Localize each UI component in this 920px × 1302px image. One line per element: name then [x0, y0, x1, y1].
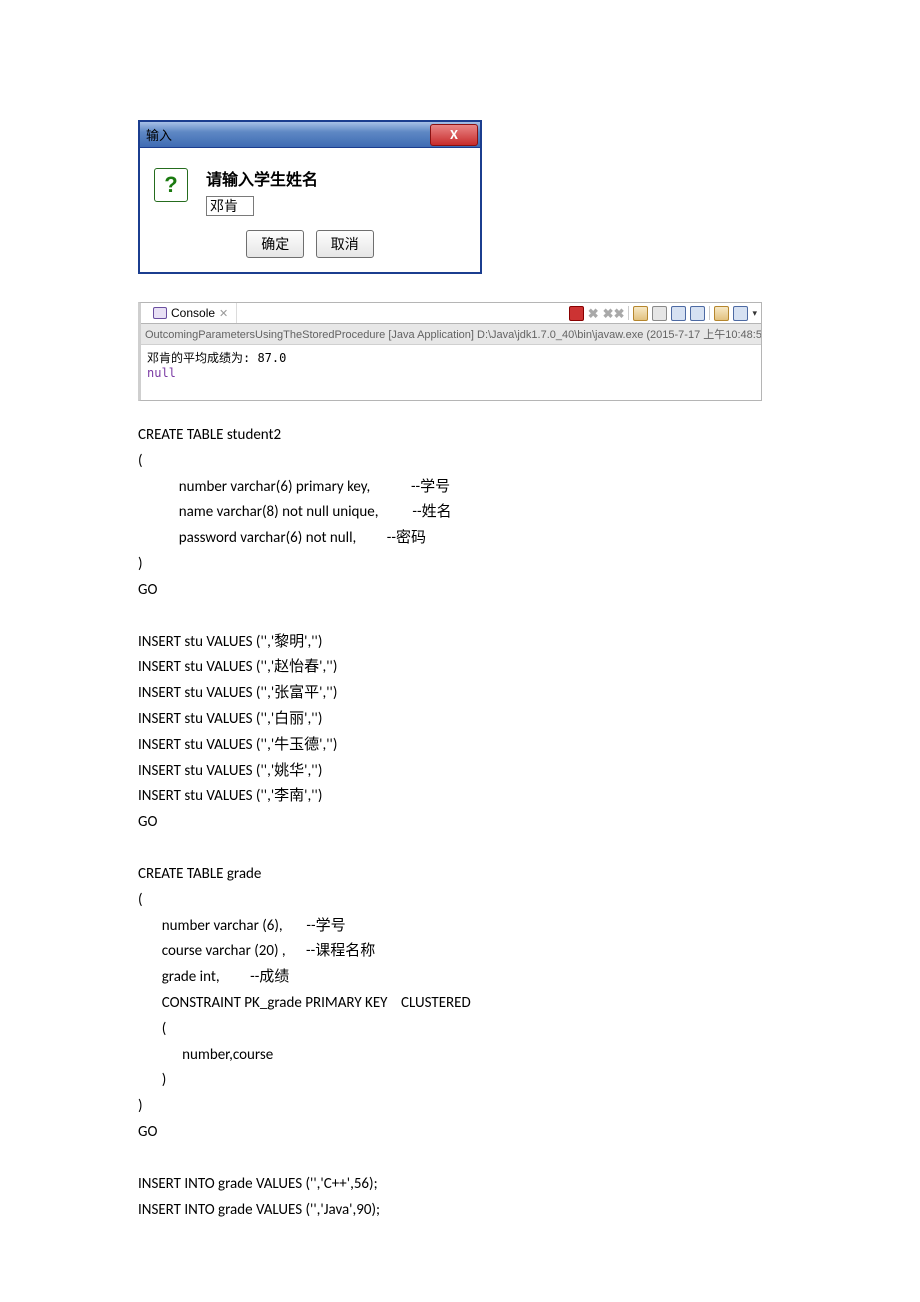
- sql-block-insert-grade: INSERT INTO grade VALUES ('','C++',56); …: [138, 1172, 762, 1224]
- dialog-message: 请输入学生姓名: [206, 166, 466, 190]
- tab-console[interactable]: Console ✕: [145, 303, 237, 323]
- question-icon: ?: [154, 168, 188, 202]
- sql-block-create-student2: CREATE TABLE student2 ( number varchar(6…: [138, 423, 762, 604]
- open-console-icon[interactable]: [714, 306, 729, 321]
- console-toolbar: ✖ ✖✖ ▾: [569, 306, 757, 321]
- console-tab-close-icon[interactable]: ✕: [219, 307, 228, 320]
- dialog-title: 输入: [146, 125, 172, 144]
- console-output-line: 邓肯的平均成绩为: 87.0: [147, 349, 755, 366]
- sql-block-insert-stu: INSERT stu VALUES ('','黎明','') INSERT st…: [138, 630, 762, 836]
- new-console-icon[interactable]: [733, 306, 748, 321]
- terminate-icon[interactable]: [569, 306, 584, 321]
- console-tab-label: Console: [171, 306, 215, 320]
- console-view: Console ✕ ✖ ✖✖ ▾ OutcomingParametersUsin…: [138, 302, 762, 401]
- console-launch-info: OutcomingParametersUsingTheStoredProcedu…: [141, 324, 761, 345]
- console-dropdown-icon[interactable]: ▾: [752, 308, 757, 319]
- sql-block-create-grade: CREATE TABLE grade ( number varchar (6),…: [138, 862, 762, 1146]
- pin-console-icon[interactable]: [671, 306, 686, 321]
- student-name-input[interactable]: [206, 196, 254, 216]
- remove-launch-icon[interactable]: ✖: [588, 307, 599, 320]
- console-output: 邓肯的平均成绩为: 87.0 null: [141, 345, 761, 400]
- console-output-line: null: [147, 366, 755, 380]
- input-dialog: 输入 X ? 请输入学生姓名 确定 取消: [138, 120, 482, 274]
- scroll-lock-icon[interactable]: [652, 306, 667, 321]
- dialog-titlebar[interactable]: 输入 X: [140, 122, 480, 148]
- display-selected-icon[interactable]: [690, 306, 705, 321]
- ok-button[interactable]: 确定: [246, 230, 304, 258]
- close-button[interactable]: X: [430, 124, 478, 146]
- cancel-button[interactable]: 取消: [316, 230, 374, 258]
- clear-console-icon[interactable]: [633, 306, 648, 321]
- console-icon: [153, 307, 167, 319]
- remove-all-icon[interactable]: ✖✖: [603, 307, 625, 320]
